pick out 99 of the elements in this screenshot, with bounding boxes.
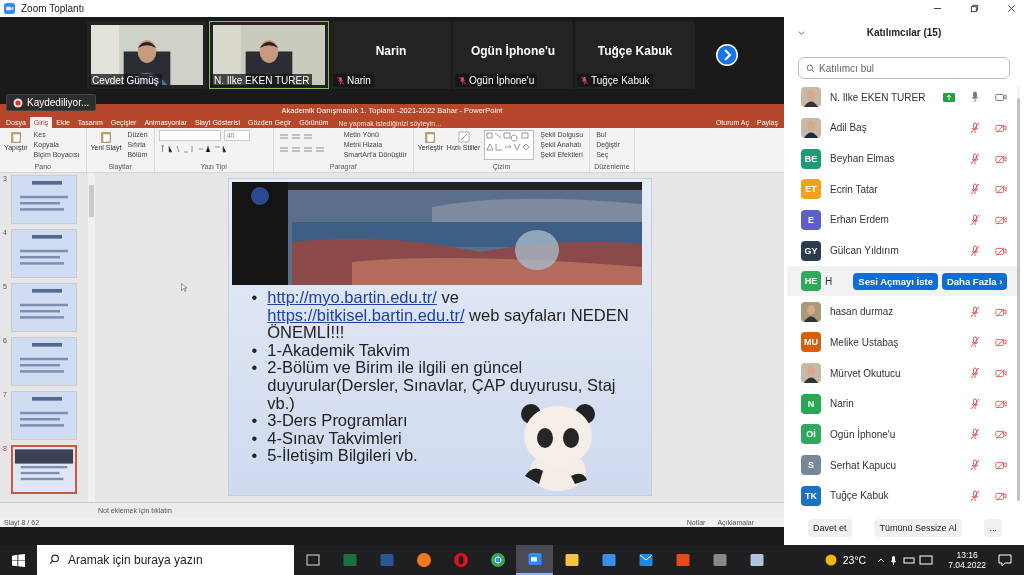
avatar: Oİ: [801, 424, 821, 445]
panel-title: Katılımcılar (15): [866, 27, 942, 38]
avatar: N: [801, 393, 821, 414]
participant-name: Beyhan Elmas: [830, 153, 895, 165]
avatar: BE: [801, 148, 821, 169]
participant-name: Narin: [830, 398, 854, 410]
microphone-icon[interactable]: [969, 213, 982, 226]
search-icon: [49, 554, 60, 565]
participant-name: Ecrin Tatar: [830, 183, 878, 195]
notifications-icon[interactable]: [998, 553, 1012, 567]
temperature: 23°C: [842, 554, 867, 566]
clock-date[interactable]: 7.04.2022: [948, 560, 986, 570]
avatar: HE: [801, 271, 821, 292]
microphone-icon[interactable]: [969, 244, 982, 257]
shapes-gallery-icon[interactable]: [484, 130, 535, 160]
close-icon[interactable]: [1007, 4, 1016, 13]
bullet-marker: •: [251, 359, 258, 379]
participant-name: Narin: [375, 43, 407, 58]
participant-name: Mürvet Okutucu: [830, 367, 901, 379]
participant-name: N. Ilke EKEN TURER: [830, 91, 926, 103]
link[interactable]: http://myo.bartin.edu.tr/: [267, 288, 437, 306]
recording-label: Kaydediliyor...: [27, 97, 90, 108]
action-button[interactable]: Daha Fazla ›: [941, 272, 1008, 290]
microphone-icon[interactable]: [969, 121, 982, 134]
participant-name: Ogün İphone'u: [470, 43, 556, 58]
slide-thumbnail[interactable]: [11, 175, 77, 224]
camera-icon[interactable]: [995, 336, 1008, 349]
weather-icon: [824, 554, 837, 566]
microphone-icon[interactable]: [969, 428, 982, 441]
collapse-icon[interactable]: [797, 28, 806, 37]
participant-name: Erhan Erdem: [830, 214, 889, 226]
slide-thumbnail[interactable]: [11, 283, 77, 332]
participant-name: Narin: [347, 74, 371, 86]
participant-name: Cevdet Gümüş: [92, 74, 159, 86]
avatar: MU: [801, 332, 821, 353]
footer-button[interactable]: Davet et: [808, 519, 852, 537]
camera-icon[interactable]: [995, 183, 1008, 196]
camera-icon[interactable]: [995, 367, 1008, 380]
participant-name: H: [825, 275, 833, 287]
avatar: S: [801, 455, 821, 475]
microphone-icon[interactable]: [969, 336, 982, 349]
participant-name: Tuğçe Kabuk: [591, 74, 650, 86]
camera-icon[interactable]: [995, 459, 1008, 471]
microphone-icon[interactable]: [969, 459, 982, 471]
avatar: GY: [801, 240, 821, 261]
footer-button[interactable]: Tümünü Sessize Al: [874, 519, 962, 537]
participant-name: Ogün İphone'u: [469, 74, 535, 86]
window-title: Zoom Toplantı: [21, 3, 85, 14]
bullet-text: 3-Ders Programları: [267, 412, 408, 430]
bullet-text: 4-Sınav Takvimleri: [267, 429, 402, 447]
avatar: TK: [801, 485, 821, 506]
bullet-text: 2-Bölüm ve Birim ile ilgili en güncel duyurular(Dersler, Sınavlar, ÇAP duyurusu, Staj vb.): [267, 359, 617, 413]
participant-name: Melike Ustabaş: [830, 336, 899, 348]
recording-indicator[interactable]: Kaydediliyor...: [6, 94, 97, 111]
cursor-icon: [181, 283, 187, 292]
camera-icon[interactable]: [995, 91, 1008, 104]
footer-button[interactable]: ...: [984, 519, 1002, 537]
slide-thumbnail[interactable]: [11, 391, 77, 440]
avatar: ET: [801, 179, 821, 200]
bullet-text: 1-Akademik Takvim: [267, 341, 411, 360]
taskbar-app-icon[interactable]: [516, 545, 553, 575]
slide-thumbnail[interactable]: [11, 229, 77, 278]
microphone-icon[interactable]: [969, 367, 982, 380]
action-button[interactable]: Sesi Açmayı İste: [853, 272, 938, 290]
microphone-icon[interactable]: [969, 305, 982, 318]
participant-name: Serhat Kapucu: [830, 459, 897, 471]
microphone-icon[interactable]: [969, 489, 982, 502]
participant-name: Tuğçe Kabuk: [597, 43, 673, 58]
bullet-text: http://myo.bartin.edu.tr/ ve https://bitkisel.bartin.edu.tr/ web sayfaları NEDEN ÖNEMLİ!!!: [267, 289, 630, 342]
participant-name: N. Ilke EKEN TURER: [214, 74, 310, 86]
zoom-logo-icon: [4, 3, 15, 14]
camera-icon[interactable]: [995, 428, 1008, 441]
font-name-field[interactable]: [158, 130, 221, 141]
participant-name: Gülcan Yıldırım: [830, 245, 899, 256]
participant-name: Adil Baş: [830, 122, 867, 134]
record-icon: [13, 97, 23, 108]
participant-name: Ogün İphone'u: [830, 428, 896, 440]
participant-name: hasan durmaz: [830, 306, 894, 318]
start-icon[interactable]: [12, 553, 25, 567]
slide-thumbnail[interactable]: [11, 337, 77, 386]
bullet-marker: •: [251, 447, 258, 465]
bullet-text: 5-İletişim Bilgileri vb.: [267, 447, 418, 465]
slide-thumbnail[interactable]: [11, 445, 77, 494]
bullet-marker: •: [251, 412, 258, 430]
next-page-icon[interactable]: [715, 42, 739, 67]
clock-time[interactable]: 13:16: [956, 550, 978, 560]
microphone-icon[interactable]: [969, 183, 982, 196]
link[interactable]: https://bitkisel.bartin.edu.tr/: [267, 305, 465, 324]
search-icon: [806, 64, 815, 73]
microphone-icon[interactable]: [969, 152, 982, 165]
avatar: E: [801, 209, 821, 230]
microphone-icon[interactable]: [969, 397, 982, 410]
restore-icon[interactable]: [970, 4, 979, 13]
participant-name: Tuğçe Kabuk: [830, 490, 889, 502]
search-field[interactable]: Katılımcı bul: [798, 57, 1010, 79]
bullet-marker: •: [251, 289, 258, 308]
taskbar-search-field[interactable]: Aramak için buraya yazın: [37, 545, 294, 575]
bullet-marker: •: [251, 341, 258, 360]
bullet-marker: •: [251, 429, 258, 448]
